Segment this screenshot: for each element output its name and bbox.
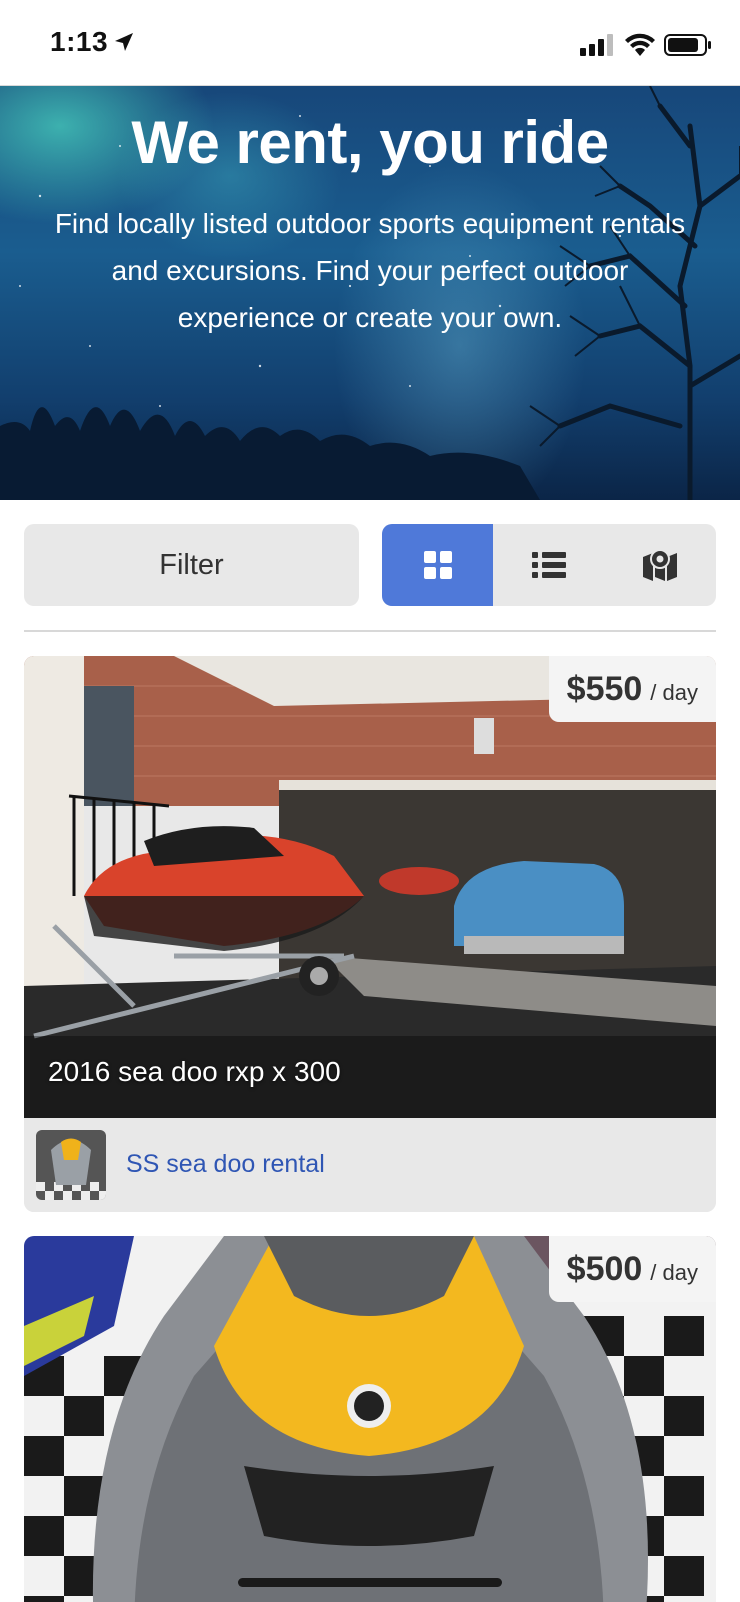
listing-photo[interactable]: $550 / day 2016 sea doo rxp x 300 (24, 656, 716, 1118)
status-bar: 1:13 (0, 0, 740, 86)
jet-ski-garage-photo (24, 656, 716, 1118)
grid-icon (423, 551, 452, 579)
view-mode-toggle (382, 524, 716, 606)
section-divider (24, 630, 716, 632)
map-view-button[interactable] (604, 524, 715, 606)
list-view-button[interactable] (493, 524, 604, 606)
owner-avatar-image (36, 1130, 106, 1200)
owner-avatar[interactable] (36, 1130, 106, 1200)
hero-title: We rent, you ride (131, 109, 609, 176)
owner-name-link[interactable]: SS sea doo rental (126, 1150, 325, 1179)
location-arrow-icon (115, 33, 133, 51)
price-unit: / day (650, 1260, 698, 1285)
listing-title[interactable]: 2016 sea doo rxp x 300 (48, 1056, 341, 1088)
cellular-signal-icon (580, 34, 613, 56)
status-time: 1:13 (50, 26, 109, 57)
filter-button[interactable]: Filter (24, 524, 359, 606)
grid-view-button[interactable] (382, 524, 493, 606)
wifi-icon (625, 33, 655, 56)
listing-card[interactable]: $550 / day 2016 sea doo rxp x 300 SS sea… (24, 656, 716, 1212)
price-amount: $550 (566, 669, 643, 708)
hero-banner: We rent, you ride Find locally listed ou… (0, 86, 740, 500)
price-badge: $550 / day (548, 656, 716, 722)
hero-subtitle: Find locally listed outdoor sports equip… (54, 208, 686, 333)
listing-photo[interactable]: $500 / day (24, 1236, 716, 1602)
battery-icon (664, 34, 711, 56)
listing-card[interactable]: $500 / day (24, 1236, 716, 1602)
list-icon (531, 552, 566, 578)
price-unit: / day (650, 680, 698, 705)
home-indicator[interactable] (238, 1578, 502, 1587)
price-amount: $500 (566, 1249, 643, 1288)
map-icon (642, 549, 677, 581)
owner-row[interactable]: SS sea doo rental (24, 1118, 716, 1212)
price-badge: $500 / day (548, 1236, 716, 1302)
